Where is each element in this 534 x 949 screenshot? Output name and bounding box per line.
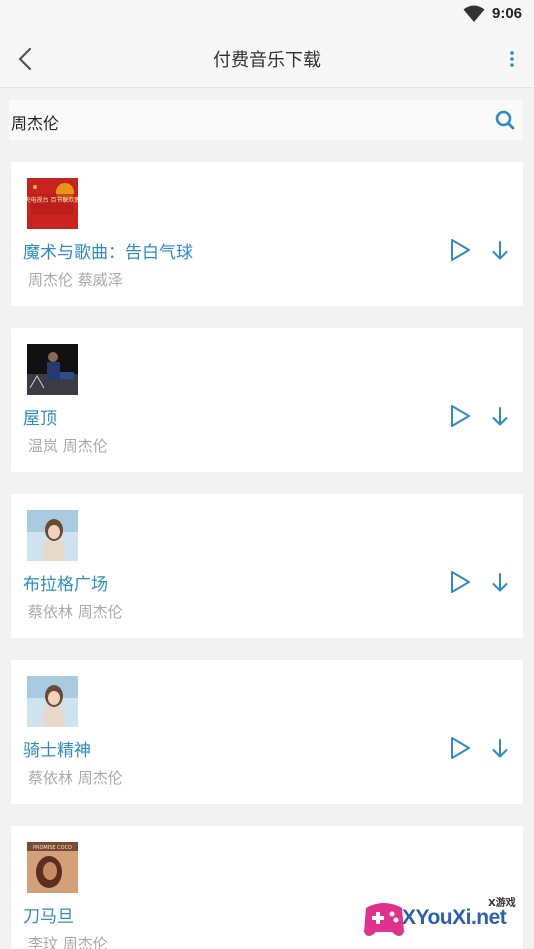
status-time: 9:06 xyxy=(492,5,523,22)
album-cover: 中央电视台 百节联欢晚会 xyxy=(27,178,78,229)
download-button[interactable] xyxy=(489,405,511,429)
gamepad-logo-icon xyxy=(364,903,404,936)
album-cover-text: 中央电视台 百节联欢晚会 xyxy=(27,196,78,204)
download-button[interactable] xyxy=(489,571,511,595)
wifi-icon xyxy=(463,5,485,22)
song-artist: 李玟 周杰伦 xyxy=(28,935,108,949)
song-card[interactable]: 布拉格广场 蔡依林 周杰伦 xyxy=(11,494,523,638)
watermark: X游戏 XYouXi.net xyxy=(360,888,534,949)
watermark-site-text: XYouXi.net xyxy=(402,906,507,929)
search-icon[interactable] xyxy=(493,108,517,132)
play-button[interactable] xyxy=(447,403,473,429)
album-cover-text: PROMISE COCO xyxy=(33,845,72,851)
play-button[interactable] xyxy=(447,569,473,595)
download-button[interactable] xyxy=(489,239,511,263)
status-bar: 9:06 xyxy=(0,0,534,30)
song-card[interactable]: 中央电视台 百节联欢晚会 魔术与歌曲：告白气球 周杰伦 蔡威泽 xyxy=(11,162,523,306)
album-cover xyxy=(27,344,78,395)
song-artist: 周杰伦 蔡威泽 xyxy=(28,271,123,289)
album-cover xyxy=(27,510,78,561)
play-button[interactable] xyxy=(447,237,473,263)
song-artist: 蔡依林 周杰伦 xyxy=(28,603,123,621)
more-menu-button[interactable] xyxy=(502,48,522,70)
album-cover xyxy=(27,676,78,727)
app-bar: 付费音乐下载 xyxy=(0,30,534,88)
song-title[interactable]: 屋顶 xyxy=(23,404,57,429)
play-button[interactable] xyxy=(447,735,473,761)
song-title[interactable]: 骑士精神 xyxy=(23,736,91,761)
song-artist: 温岚 周杰伦 xyxy=(28,437,108,455)
song-title[interactable]: 刀马旦 xyxy=(23,902,74,927)
page-title: 付费音乐下载 xyxy=(213,50,321,71)
song-card[interactable]: 屋顶 温岚 周杰伦 xyxy=(11,328,523,472)
search-input[interactable]: 周杰伦 xyxy=(11,110,59,134)
search-bar[interactable]: 周杰伦 xyxy=(9,100,523,140)
song-title[interactable]: 魔术与歌曲：告白气球 xyxy=(23,238,193,263)
song-artist: 蔡依林 周杰伦 xyxy=(28,769,123,787)
album-cover: PROMISE COCO xyxy=(27,842,78,893)
song-card[interactable]: 骑士精神 蔡依林 周杰伦 xyxy=(11,660,523,804)
download-button[interactable] xyxy=(489,737,511,761)
song-title[interactable]: 布拉格广场 xyxy=(23,570,108,595)
